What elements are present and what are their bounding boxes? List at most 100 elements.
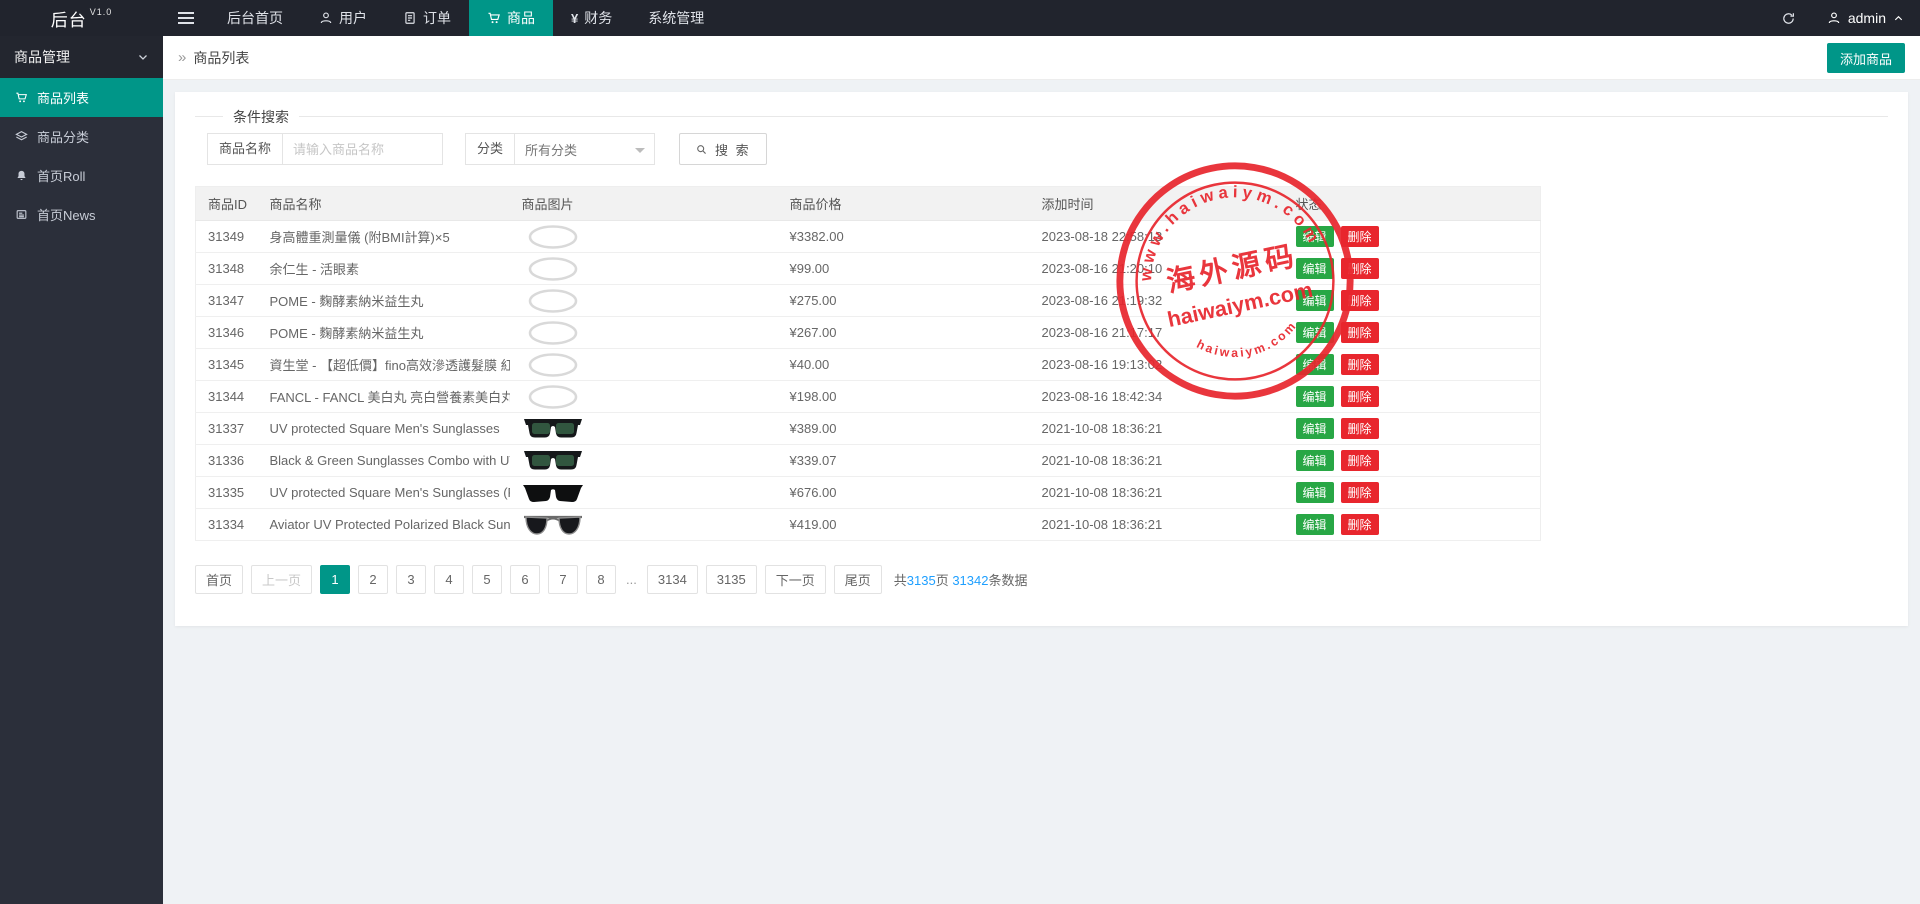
cell-product-image bbox=[510, 349, 778, 381]
delete-button[interactable]: 删除 bbox=[1341, 258, 1379, 279]
product-image bbox=[522, 384, 584, 410]
pagination-summary: 共3135页 31342条数据 bbox=[894, 570, 1028, 589]
sidebar-item-product-list[interactable]: 商品列表 bbox=[0, 78, 163, 117]
pagination-first-button[interactable]: 首页 bbox=[195, 565, 243, 594]
select-caret-icon bbox=[635, 148, 645, 158]
page-button-5[interactable]: 5 bbox=[472, 565, 502, 594]
cell-product-id: 31334 bbox=[196, 509, 258, 541]
cell-product-image bbox=[510, 413, 778, 445]
product-image bbox=[522, 224, 584, 250]
cell-product-name: Aviator UV Protected Polarized Black Sun… bbox=[258, 509, 510, 541]
cell-product-image bbox=[510, 285, 778, 317]
page-button-2[interactable]: 2 bbox=[358, 565, 388, 594]
edit-button[interactable]: 编辑 bbox=[1296, 386, 1334, 407]
cell-product-name: 資生堂 - 【超低價】fino高效滲透護髮膜 紅色 230g... bbox=[258, 349, 510, 381]
breadcrumb-arrows-icon: » bbox=[178, 49, 186, 66]
edit-button[interactable]: 编辑 bbox=[1296, 450, 1334, 471]
cell-product-name: POME - 麴酵素納米益生丸 bbox=[258, 285, 510, 317]
delete-button[interactable]: 删除 bbox=[1341, 290, 1379, 311]
delete-button[interactable]: 删除 bbox=[1341, 354, 1379, 375]
page-button-3[interactable]: 3 bbox=[396, 565, 426, 594]
breadcrumb: » 商品列表 bbox=[163, 36, 1920, 80]
cell-product-image bbox=[510, 445, 778, 477]
pagination-prev-button[interactable]: 上一页 bbox=[251, 565, 312, 594]
page-button-3134[interactable]: 3134 bbox=[647, 565, 698, 594]
edit-button[interactable]: 编辑 bbox=[1296, 226, 1334, 247]
table-row: 31335 UV protected Square Men's Sunglass… bbox=[196, 477, 1541, 509]
cell-added-time: 2023-08-16 19:13:02 bbox=[1030, 349, 1284, 381]
username: admin bbox=[1848, 10, 1886, 26]
delete-button[interactable]: 删除 bbox=[1341, 418, 1379, 439]
edit-button[interactable]: 编辑 bbox=[1296, 482, 1334, 503]
top-menu-orders[interactable]: 订单 bbox=[385, 0, 469, 36]
pagination-last-button[interactable]: 尾页 bbox=[834, 565, 882, 594]
table-row: 31345 資生堂 - 【超低價】fino高效滲透護髮膜 紅色 230g... … bbox=[196, 349, 1541, 381]
sidebar-item-home-roll[interactable]: 首页Roll bbox=[0, 156, 163, 195]
delete-button[interactable]: 删除 bbox=[1341, 322, 1379, 343]
cell-product-image bbox=[510, 253, 778, 285]
total-pages: 3135 bbox=[907, 573, 936, 588]
content-card: 条件搜索 商品名称 分类 所有分类 搜 索 商品ID商品名称商品 bbox=[175, 92, 1908, 626]
top-menu-products[interactable]: 商品 bbox=[469, 0, 553, 36]
pagination: 首页 上一页 12345678...31343135 下一页 尾页 共3135页… bbox=[195, 565, 1888, 594]
page-button-7[interactable]: 7 bbox=[548, 565, 578, 594]
delete-button[interactable]: 删除 bbox=[1341, 226, 1379, 247]
cell-actions: 编辑删除 bbox=[1284, 285, 1541, 317]
table-row: 31334 Aviator UV Protected Polarized Bla… bbox=[196, 509, 1541, 541]
app-version: V1.0 bbox=[90, 7, 113, 17]
delete-button[interactable]: 删除 bbox=[1341, 514, 1379, 535]
table-header-row: 商品ID商品名称商品图片商品价格添加时间状态 bbox=[196, 187, 1541, 221]
table-row: 31347 POME - 麴酵素納米益生丸 ¥275.00 2023-08-16… bbox=[196, 285, 1541, 317]
delete-button[interactable]: 删除 bbox=[1341, 450, 1379, 471]
add-product-button[interactable]: 添加商品 bbox=[1827, 43, 1905, 73]
search-button[interactable]: 搜 索 bbox=[679, 133, 767, 165]
cell-product-id: 31348 bbox=[196, 253, 258, 285]
cell-actions: 编辑删除 bbox=[1284, 445, 1541, 477]
cell-actions: 编辑删除 bbox=[1284, 317, 1541, 349]
cell-product-image bbox=[510, 317, 778, 349]
cell-actions: 编辑删除 bbox=[1284, 509, 1541, 541]
cell-added-time: 2021-10-08 18:36:21 bbox=[1030, 413, 1284, 445]
top-menu-home[interactable]: 后台首页 bbox=[209, 0, 301, 36]
cell-product-image bbox=[510, 477, 778, 509]
cell-added-time: 2023-08-16 21:19:32 bbox=[1030, 285, 1284, 317]
delete-button[interactable]: 删除 bbox=[1341, 386, 1379, 407]
cell-product-id: 31347 bbox=[196, 285, 258, 317]
cell-product-name: UV protected Square Men's Sunglasses bbox=[258, 413, 510, 445]
page-button-6[interactable]: 6 bbox=[510, 565, 540, 594]
edit-button[interactable]: 编辑 bbox=[1296, 354, 1334, 375]
edit-button[interactable]: 编辑 bbox=[1296, 322, 1334, 343]
top-menu-finance[interactable]: ¥ 财务 bbox=[553, 0, 630, 36]
chevron-down-icon bbox=[137, 51, 149, 63]
page-button-1[interactable]: 1 bbox=[320, 565, 350, 594]
sidebar-item-home-news[interactable]: 首页News bbox=[0, 195, 163, 234]
refresh-icon[interactable] bbox=[1767, 0, 1811, 36]
pagination-next-button[interactable]: 下一页 bbox=[765, 565, 826, 594]
page-button-8[interactable]: 8 bbox=[586, 565, 616, 594]
page-button-3135[interactable]: 3135 bbox=[706, 565, 757, 594]
column-header: 商品图片 bbox=[510, 187, 778, 221]
cell-product-image bbox=[510, 221, 778, 253]
edit-button[interactable]: 编辑 bbox=[1296, 514, 1334, 535]
product-name-input[interactable] bbox=[283, 133, 443, 165]
category-select[interactable]: 所有分类 bbox=[515, 133, 655, 165]
cell-product-id: 31335 bbox=[196, 477, 258, 509]
edit-button[interactable]: 编辑 bbox=[1296, 258, 1334, 279]
cell-product-price: ¥389.00 bbox=[778, 413, 1030, 445]
edit-button[interactable]: 编辑 bbox=[1296, 290, 1334, 311]
delete-button[interactable]: 删除 bbox=[1341, 482, 1379, 503]
edit-button[interactable]: 编辑 bbox=[1296, 418, 1334, 439]
user-dropdown[interactable]: admin bbox=[1811, 10, 1920, 26]
cell-product-id: 31336 bbox=[196, 445, 258, 477]
cell-product-id: 31345 bbox=[196, 349, 258, 381]
top-menu-users[interactable]: 用户 bbox=[301, 0, 385, 36]
top-menu-system[interactable]: 系统管理 bbox=[630, 0, 722, 36]
column-header: 商品价格 bbox=[778, 187, 1030, 221]
page-button-4[interactable]: 4 bbox=[434, 565, 464, 594]
cell-product-price: ¥676.00 bbox=[778, 477, 1030, 509]
search-fieldset: 条件搜索 bbox=[195, 116, 1888, 117]
hamburger-menu-icon[interactable] bbox=[163, 0, 209, 36]
cart-icon bbox=[487, 11, 501, 25]
sidebar-item-product-category[interactable]: 商品分类 bbox=[0, 117, 163, 156]
sidebar-group-product-management[interactable]: 商品管理 bbox=[0, 36, 163, 78]
